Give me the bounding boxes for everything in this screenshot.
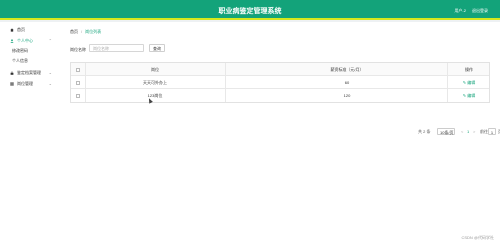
row-select-cell — [71, 76, 85, 89]
sidebar-item-label: 岗位管理 — [17, 81, 33, 86]
sidebar-item-label: 个人中心 — [17, 38, 33, 43]
breadcrumb-home[interactable]: 首页 — [70, 29, 78, 34]
position-cell: 123岗位 — [147, 93, 163, 98]
position-cell: 天天可外办上 — [143, 80, 167, 85]
search-input[interactable]: 岗位名称 — [89, 44, 144, 52]
sidebar-item-positions[interactable]: 岗位管理 ⌄ — [0, 80, 60, 88]
select-all-cell — [71, 63, 85, 76]
divider — [225, 63, 226, 75]
home-icon — [10, 28, 14, 32]
main-content: 首页 / 岗位列表 岗位名称 岗位名称 查询 岗位 薪资标准（元/月） 操作 天天可… — [60, 22, 500, 244]
column-header-position[interactable]: 岗位 — [85, 63, 225, 76]
goto-page-input[interactable]: 1 — [488, 128, 496, 135]
app-title: 职业病鉴定管理系统 — [218, 8, 282, 15]
edit-label: 编辑 — [467, 80, 476, 85]
sidebar-item-change-password[interactable]: 修改密码 — [0, 47, 60, 55]
data-table: 岗位 薪资标准（元/月） 操作 天天可外办上 60 ✎ 编辑 123岗位 120… — [70, 62, 490, 103]
sidebar: 首页 个人中心 ⌃ 修改密码 个人信息 鉴定档案管理 ⌄ 岗位管理 ⌄ — [0, 22, 60, 244]
chevron-up-icon: ⌃ — [48, 38, 52, 43]
sidebar-item-label: 个人信息 — [12, 58, 28, 63]
chevron-down-icon: ⌄ — [48, 81, 52, 86]
sidebar-item-archive[interactable]: 鉴定档案管理 ⌄ — [0, 69, 60, 77]
table-header-row: 岗位 薪资标准（元/月） 操作 — [71, 63, 489, 76]
person-icon — [10, 39, 14, 43]
chevron-down-icon: ⌄ — [48, 70, 52, 75]
edit-button[interactable]: ✎ 编辑 — [447, 89, 491, 102]
top-bar: 职业病鉴定管理系统 用户-2 退出登录 — [0, 0, 500, 20]
search-label: 岗位名称 — [70, 47, 86, 52]
edit-button[interactable]: ✎ 编辑 — [447, 76, 491, 89]
page-size-select[interactable]: 10条/页 — [437, 128, 455, 135]
user-menu[interactable]: 用户-2 — [454, 8, 466, 14]
grid-icon — [10, 82, 14, 86]
prev-page-button[interactable]: < — [461, 128, 463, 136]
sidebar-item-label: 首页 — [17, 27, 25, 32]
search-button[interactable]: 查询 — [149, 44, 165, 52]
divider — [85, 76, 86, 88]
salary-cell: 60 — [344, 80, 350, 85]
logout-button[interactable]: 退出登录 — [472, 8, 488, 14]
page-number-current[interactable]: 1 — [467, 128, 469, 136]
next-page-button[interactable]: > — [473, 128, 475, 136]
edit-label: 编辑 — [467, 93, 476, 98]
table-row: 123岗位 120 ✎ 编辑 — [71, 89, 489, 102]
breadcrumb-separator: / — [81, 29, 83, 34]
sidebar-item-profile[interactable]: 个人中心 ⌃ — [0, 37, 60, 45]
salary-cell: 120 — [343, 93, 351, 98]
divider — [225, 89, 226, 102]
table-row: 天天可外办上 60 ✎ 编辑 — [71, 76, 489, 89]
pagination-total: 共 2 条 — [418, 129, 431, 134]
divider — [225, 76, 226, 88]
column-header-salary[interactable]: 薪资标准（元/月） — [225, 63, 469, 76]
breadcrumb: 首页 / 岗位列表 — [70, 29, 101, 35]
watermark: CSDN @代码学社 — [461, 235, 494, 240]
divider — [85, 89, 86, 102]
sidebar-item-label: 修改密码 — [12, 48, 28, 53]
sidebar-item-profile-info[interactable]: 个人信息 — [0, 57, 60, 65]
divider — [447, 63, 448, 75]
divider — [85, 63, 86, 75]
lock-icon — [10, 71, 14, 75]
row-checkbox[interactable] — [76, 80, 80, 85]
select-all-checkbox[interactable] — [76, 67, 80, 72]
row-select-cell — [71, 89, 85, 102]
divider — [447, 76, 448, 88]
goto-label: 前往 — [480, 129, 488, 134]
sidebar-item-label: 鉴定档案管理 — [17, 70, 41, 75]
column-header-action: 操作 — [465, 67, 473, 72]
sidebar-item-home[interactable]: 首页 — [0, 26, 60, 34]
divider — [447, 89, 448, 102]
row-checkbox[interactable] — [76, 93, 80, 98]
breadcrumb-current: 岗位列表 — [85, 29, 102, 34]
